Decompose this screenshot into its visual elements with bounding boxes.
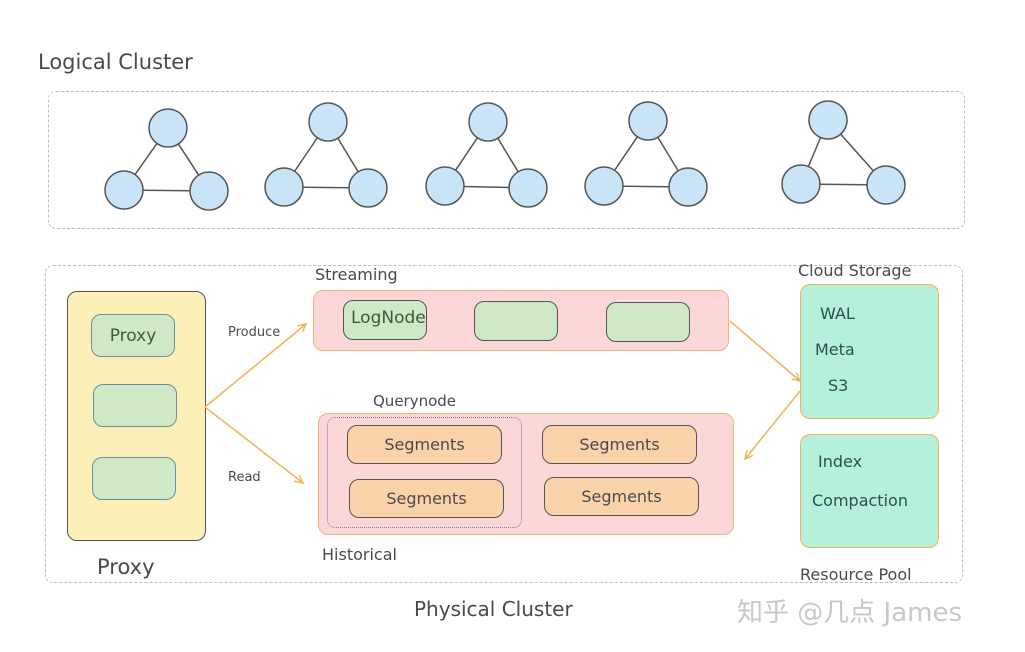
produce-arrow — [204, 324, 306, 408]
flow-arrows — [204, 320, 1025, 652]
read-arrow — [204, 406, 303, 483]
streaming-to-storage-arrow — [729, 320, 800, 381]
storage-to-historical-arrow — [745, 390, 801, 459]
physical-cluster-title: Physical Cluster — [414, 597, 573, 621]
watermark: 知乎 @几点 James — [737, 598, 962, 628]
